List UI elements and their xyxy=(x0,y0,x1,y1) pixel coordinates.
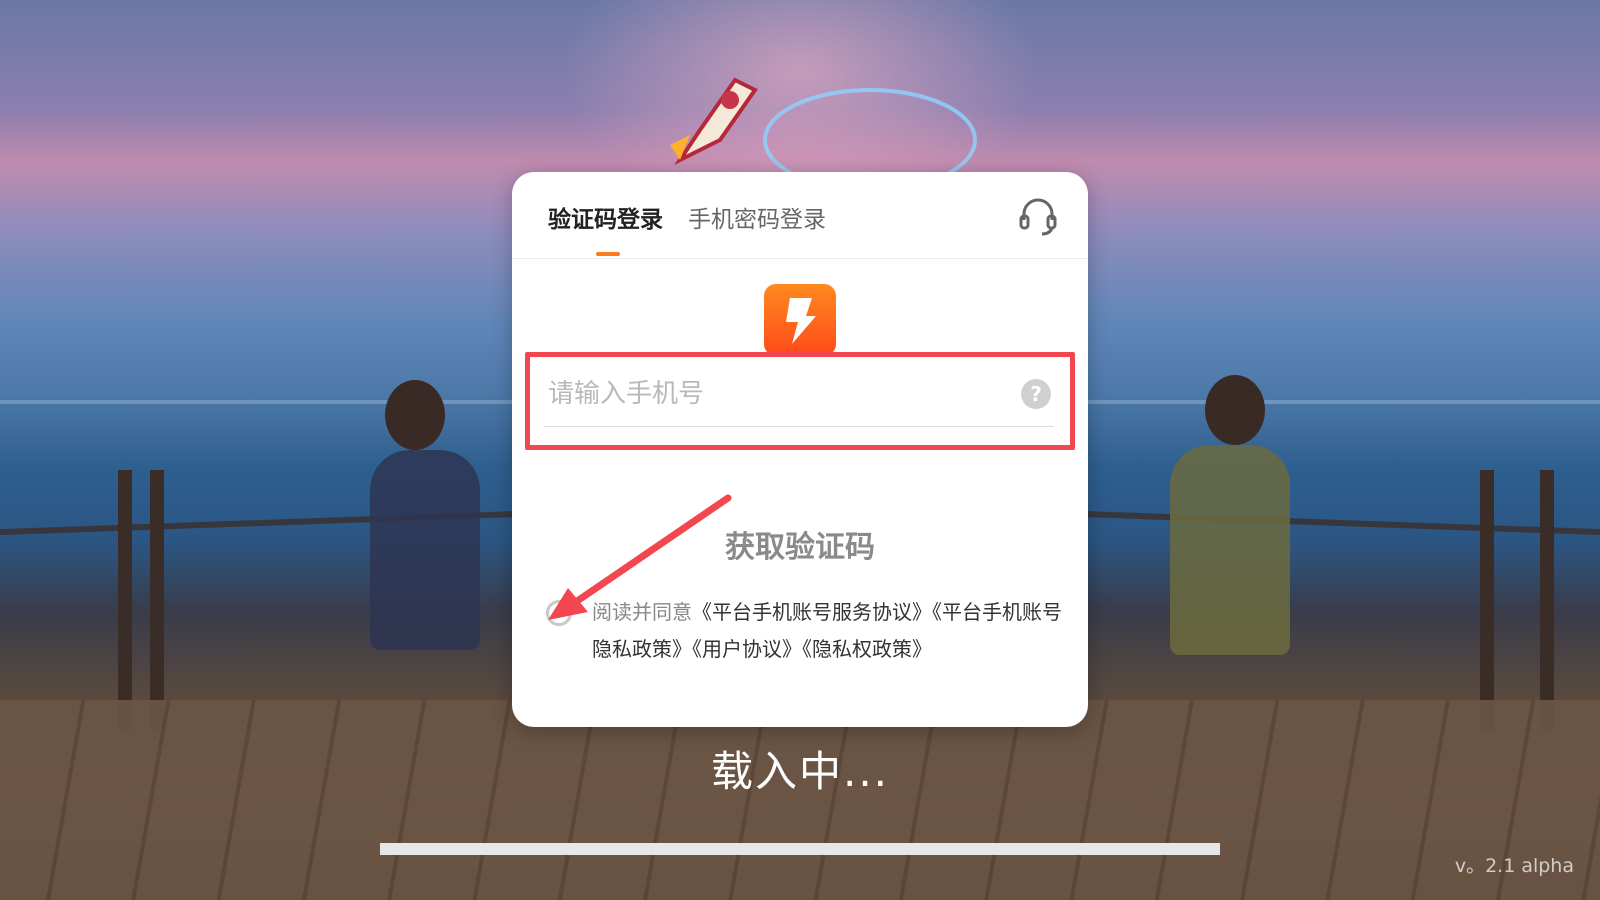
rocket-icon xyxy=(670,77,758,166)
svg-text:?: ? xyxy=(1030,382,1042,406)
right-figure-head xyxy=(1205,375,1265,445)
left-figure-head xyxy=(385,380,445,450)
tab-password-login[interactable]: 手机密码登录 xyxy=(688,200,826,234)
right-post xyxy=(1540,470,1554,730)
login-tabs: 验证码登录 手机密码登录 xyxy=(512,172,1088,259)
loading-progress-bar xyxy=(380,843,1220,855)
agreement-checkbox[interactable] xyxy=(546,600,572,626)
left-figure xyxy=(370,450,480,650)
agreement-text: 阅读并同意《平台手机账号服务协议》《平台手机账号隐私政策》《用户协议》《隐私权政… xyxy=(592,594,1062,668)
headset-icon[interactable] xyxy=(1016,194,1060,238)
link-platform-service-agreement[interactable]: 《平台手机账号服务协议》 xyxy=(692,600,932,624)
wooden-dock xyxy=(0,700,1600,900)
logo-orbit xyxy=(763,88,977,180)
version-label: v。2.1 alpha xyxy=(1454,855,1574,877)
right-post xyxy=(1480,470,1494,730)
left-post xyxy=(150,470,164,730)
agreement-lead: 阅读并同意 xyxy=(592,600,692,624)
lightning-icon xyxy=(786,298,816,344)
right-figure xyxy=(1170,445,1290,655)
game-logo xyxy=(650,70,980,180)
active-tab-indicator xyxy=(596,252,620,256)
app-logo-icon xyxy=(764,284,836,356)
link-user-agreement[interactable]: 《用户协议》 xyxy=(692,637,802,661)
tab-code-login[interactable]: 验证码登录 xyxy=(548,200,663,234)
question-icon[interactable]: ? xyxy=(1020,378,1052,410)
left-post xyxy=(118,470,132,730)
phone-number-input[interactable] xyxy=(544,362,1054,427)
loading-text: 载入中... xyxy=(710,747,890,796)
login-dialog: 验证码登录 手机密码登录 ? 获取验证码 阅读并同意《平台手机账号服务协议》《平… xyxy=(512,172,1088,727)
get-code-button[interactable]: 获取验证码 xyxy=(512,522,1088,566)
link-privacy-policy[interactable]: 《隐私权政策》 xyxy=(802,637,932,661)
